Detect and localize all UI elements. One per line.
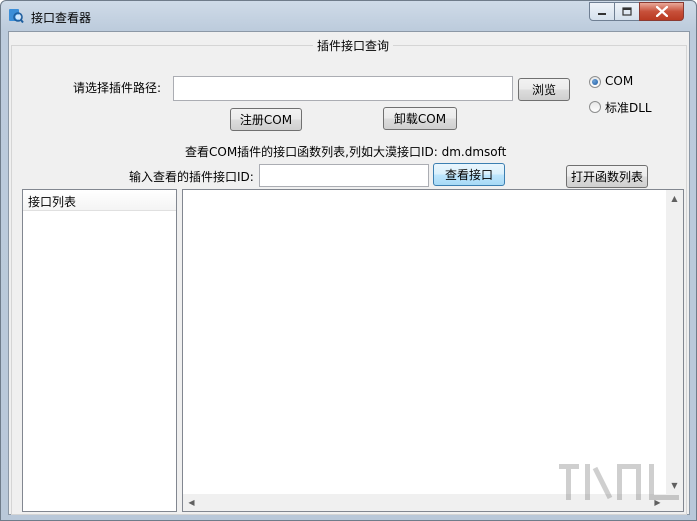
radio-standard-dll[interactable] [589,101,601,113]
plugin-path-input[interactable] [173,76,513,101]
interface-id-input[interactable] [259,164,429,187]
interface-list[interactable]: 接口列表 [22,189,177,512]
client-area: 插件接口查询 请选择插件路径: 浏览 COM 标准DLL 注册COM 卸载COM… [8,31,690,515]
open-function-list-button[interactable]: 打开函数列表 [566,165,648,188]
scroll-left-icon[interactable]: ◀ [183,494,200,511]
window-title: 接口查看器 [31,11,92,25]
interface-id-label: 输入查看的插件接口ID: [129,170,254,184]
groupbox-title: 插件接口查询 [313,37,394,54]
interface-list-header-label: 接口列表 [28,195,77,209]
maximize-icon [622,7,632,16]
interface-list-header[interactable]: 接口列表 [23,190,176,211]
plugin-path-label: 请选择插件路径: [73,81,162,95]
view-interface-button[interactable]: 查看接口 [433,163,505,186]
minimize-icon [598,12,606,15]
title-bar[interactable]: 接口查看器 [1,1,696,31]
browse-button[interactable]: 浏览 [518,78,570,101]
minimize-button[interactable] [589,2,615,21]
close-icon [655,6,668,17]
maximize-button[interactable] [614,2,640,21]
unregister-com-button[interactable]: 卸载COM [383,107,457,130]
radio-com-label[interactable]: COM [605,74,633,88]
vertical-scrollbar[interactable]: ▲ ▼ [666,190,683,494]
app-window: 接口查看器 插件接口查询 请选择插件路径: 浏览 COM 标准DLL 注册COM… [0,0,697,521]
radio-standard-dll-label[interactable]: 标准DLL [605,99,652,116]
app-icon [9,9,24,24]
hint-text: 查看COM插件的接口函数列表,列如大漠接口ID: dm.dmsoft [185,145,507,159]
register-com-button[interactable]: 注册COM [230,108,302,131]
watermark-logo [559,464,679,500]
scroll-up-icon[interactable]: ▲ [666,190,683,207]
close-button[interactable] [639,2,684,21]
radio-com[interactable] [589,76,601,88]
radio-selected-dot [592,79,598,85]
